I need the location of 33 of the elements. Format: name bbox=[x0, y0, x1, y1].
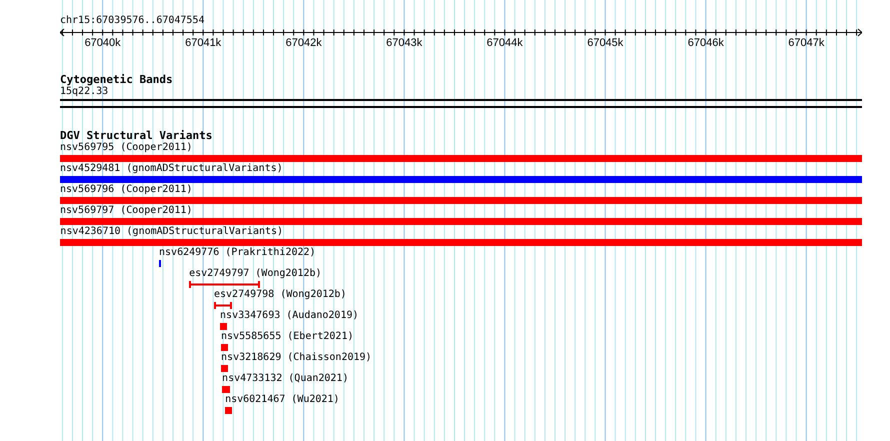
ruler-tick-label: 67042k bbox=[286, 37, 322, 50]
variant-label: nsv5585655 (Ebert2021) bbox=[221, 331, 354, 343]
variant-label: nsv4733132 (Quan2021) bbox=[222, 373, 348, 385]
variant-bar[interactable] bbox=[221, 365, 228, 372]
variant-label: esv2749798 (Wong2012b) bbox=[214, 289, 346, 301]
band-label: 15q22.33 bbox=[60, 86, 108, 98]
locus-label: chr15:67039576..67047554 bbox=[60, 14, 204, 27]
variant-interval[interactable] bbox=[214, 302, 232, 309]
variant-label: nsv569797 (Cooper2011) bbox=[60, 205, 192, 217]
track-title: Cytogenetic Bands bbox=[60, 73, 173, 86]
variant-label: nsv6021467 (Wu2021) bbox=[225, 394, 340, 406]
variant-bar[interactable] bbox=[221, 344, 228, 351]
ruler-tick-label: 67041k bbox=[185, 37, 222, 50]
variant-bar[interactable] bbox=[220, 323, 228, 330]
variant-label: nsv4529481 (gnomADStructuralVariants) bbox=[60, 163, 283, 175]
variant-bar[interactable] bbox=[225, 407, 232, 414]
variant-label: nsv3347693 (Audano2019) bbox=[220, 310, 359, 322]
variant-interval[interactable] bbox=[189, 281, 260, 288]
variant-bar[interactable] bbox=[159, 260, 162, 267]
ruler-tick-label: 67046k bbox=[688, 37, 724, 50]
variant-label: nsv569796 (Cooper2011) bbox=[60, 184, 192, 196]
variant-bar[interactable] bbox=[222, 386, 230, 393]
variant-label: nsv4236710 (gnomADStructuralVariants) bbox=[60, 226, 284, 238]
ruler-tick-label: 67047k bbox=[788, 37, 824, 50]
variant-label: nsv3218629 (Chaisson2019) bbox=[221, 352, 372, 364]
variant-label: nsv6249776 (Prakrithi2022) bbox=[159, 247, 316, 259]
ruler-tick-label: 67044k bbox=[486, 37, 523, 50]
variant-label: esv2749797 (Wong2012b) bbox=[189, 268, 322, 280]
ruler-tick-label: 67040k bbox=[84, 37, 121, 50]
track-title: DGV Structural Variants bbox=[60, 129, 212, 142]
ruler-tick-label: 67043k bbox=[386, 37, 422, 50]
ruler-tick-label: 67045k bbox=[587, 37, 624, 50]
variant-label: nsv569795 (Cooper2011) bbox=[60, 142, 192, 154]
